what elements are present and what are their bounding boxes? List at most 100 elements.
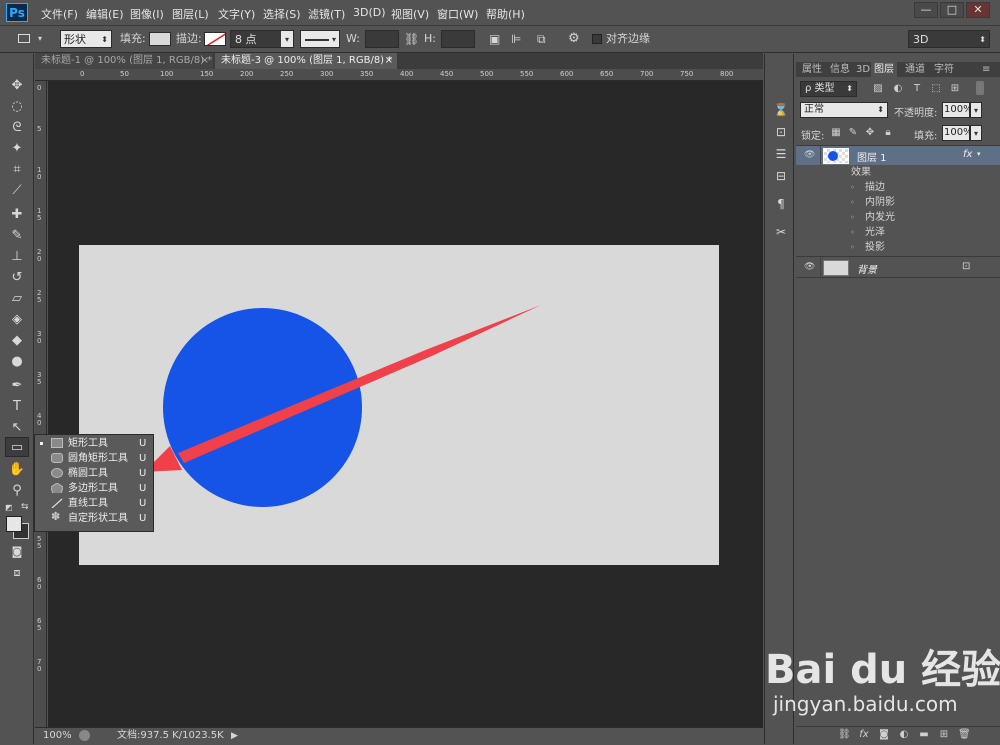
swap-colors-icon[interactable]: ⇆ <box>21 502 29 512</box>
lock-position-icon[interactable]: ✥ <box>864 127 876 139</box>
chevron-down-icon[interactable]: ▾ <box>970 125 982 141</box>
opacity-input[interactable]: 100% <box>942 102 973 118</box>
flyout-ellipse-tool[interactable]: 椭圆工具 U <box>35 466 153 481</box>
layer-row-layer1[interactable]: 👁︎ 图层 1 fx ▾ <box>796 145 1000 166</box>
effect-eye-icon[interactable]: ◦ <box>850 240 855 255</box>
paint-bucket-tool-icon[interactable]: ◈ <box>5 310 29 330</box>
flyout-custom-shape-tool[interactable]: ✽ 自定形状工具 U <box>35 511 153 526</box>
crop-tool-icon[interactable]: ⌗ <box>5 160 29 180</box>
effect-row-drop-shadow[interactable]: ◦ 投影 <box>796 240 982 255</box>
brush-tool-icon[interactable]: ✎ <box>5 226 29 246</box>
zoom-level[interactable]: 100% <box>43 728 72 744</box>
flyout-rounded-rectangle-tool[interactable]: 圆角矩形工具 U <box>35 451 153 466</box>
default-colors-icon[interactable]: ◩ <box>5 503 13 512</box>
effect-row-satin[interactable]: ◦ 光泽 <box>796 225 982 240</box>
effect-row-stroke[interactable]: ◦ 描边 <box>796 180 982 195</box>
flyout-rectangle-tool[interactable]: 矩形工具 U <box>35 436 153 451</box>
height-field[interactable] <box>441 30 475 48</box>
magic-wand-tool-icon[interactable]: ✦ <box>5 139 29 159</box>
menu-image[interactable]: 图像(I) <box>130 6 164 22</box>
dodge-tool-icon[interactable]: ● <box>5 352 29 372</box>
history-panel-icon[interactable]: ⌛ <box>770 100 792 120</box>
properties-panel-icon[interactable]: ☰ <box>770 144 792 164</box>
menu-help[interactable]: 帮助(H) <box>486 6 525 22</box>
menu-view[interactable]: 视图(V) <box>391 6 429 22</box>
layer-row-background[interactable]: 👁︎ 背景 ⊡ <box>796 256 1000 279</box>
paragraph-panel-icon[interactable]: ¶ <box>770 194 792 214</box>
tab-character[interactable]: 字符 <box>934 62 954 77</box>
quick-mask-icon[interactable]: ◙ <box>5 542 29 562</box>
clone-stamp-tool-icon[interactable]: ⊥ <box>5 247 29 267</box>
effect-eye-icon[interactable]: ◦ <box>850 195 855 210</box>
chevron-down-icon[interactable]: ▾ <box>970 102 982 118</box>
fill-swatch[interactable] <box>149 32 171 46</box>
menu-file[interactable]: 文件(F) <box>41 6 78 22</box>
menu-3d[interactable]: 3D(D) <box>353 6 386 19</box>
lock-pixels-icon[interactable]: ✎ <box>847 127 859 139</box>
close-button[interactable]: ✕ <box>966 2 990 18</box>
menu-layer[interactable]: 图层(L) <box>172 6 209 22</box>
visibility-eye-icon[interactable]: 👁︎ <box>804 262 815 272</box>
close-icon[interactable]: × <box>385 53 393 69</box>
add-mask-icon[interactable]: ◙ <box>878 729 890 741</box>
zoom-tool-icon[interactable]: ⚲ <box>5 481 29 501</box>
flyout-polygon-tool[interactable]: 多边形工具 U <box>35 481 153 496</box>
filter-adjustment-icon[interactable]: ◐ <box>892 83 904 95</box>
path-arrangement-icon[interactable]: ⧉ <box>537 30 546 48</box>
tab-channels[interactable]: 通道 <box>905 62 925 77</box>
eraser-tool-icon[interactable]: ▱ <box>5 289 29 309</box>
tab-untitled-1[interactable]: 未标题-1 @ 100% (图层 1, RGB/8) * × <box>35 53 213 69</box>
filter-type-select[interactable]: ρ 类型 ⬍ <box>800 81 857 97</box>
lasso-tool-icon[interactable]: ᘓ <box>5 118 29 138</box>
layer-name[interactable]: 图层 1 <box>857 149 887 164</box>
layer-name[interactable]: 背景 <box>857 261 877 276</box>
new-adjustment-icon[interactable]: ◐ <box>898 729 910 741</box>
effect-eye-icon[interactable]: ◦ <box>850 180 855 195</box>
lock-all-icon[interactable]: 🔒︎ <box>882 127 894 139</box>
fx-icon[interactable]: fx <box>963 149 972 160</box>
pen-tool-icon[interactable]: ✒ <box>5 376 29 396</box>
stroke-size-input[interactable]: 8 点 ▾ <box>230 30 294 48</box>
flyout-line-tool[interactable]: 直线工具 U <box>35 496 153 511</box>
tools-preset-panel-icon[interactable]: ✂ <box>770 222 792 242</box>
tab-properties[interactable]: 属性 <box>802 62 822 77</box>
status-share-icon[interactable] <box>79 730 90 741</box>
workspace-select[interactable]: 3D ⬍ <box>908 30 990 48</box>
tab-untitled-3[interactable]: 未标题-3 @ 100% (图层 1, RGB/8) * × <box>215 53 397 69</box>
expand-effects-icon[interactable]: ▾ <box>977 150 981 158</box>
minimize-button[interactable]: — <box>914 2 938 18</box>
stroke-swatch[interactable] <box>204 32 226 46</box>
filter-toggle[interactable] <box>976 81 984 95</box>
type-tool-icon[interactable]: T <box>5 397 29 417</box>
foreground-color-swatch[interactable] <box>6 516 22 532</box>
path-selection-tool-icon[interactable]: ↖ <box>5 418 29 438</box>
tool-preset-picker[interactable]: ▾ <box>8 30 48 48</box>
close-icon[interactable]: × <box>201 53 209 69</box>
blend-mode-select[interactable]: 正常 ⬍ <box>800 102 888 118</box>
canvas-area[interactable] <box>48 81 763 727</box>
actions-panel-icon[interactable]: ⊡ <box>770 122 792 142</box>
marquee-tool-icon[interactable]: ◌ <box>5 97 29 117</box>
filter-pixel-icon[interactable]: ▨ <box>872 83 884 95</box>
link-icon[interactable]: ⛓ <box>404 30 419 48</box>
visibility-eye-icon[interactable]: 👁︎ <box>804 150 815 160</box>
filter-type-icon[interactable]: T <box>911 83 923 95</box>
adjustments-panel-icon[interactable]: ⊟ <box>770 166 792 186</box>
add-style-icon[interactable]: fx <box>858 729 870 741</box>
restore-button[interactable]: □ <box>940 2 964 18</box>
tab-layers[interactable]: 图层 <box>871 62 897 77</box>
path-operations-icon[interactable]: ▣ <box>489 30 500 48</box>
filter-shape-icon[interactable]: ⬚ <box>930 83 942 95</box>
shape-mode-select[interactable]: 形状 ⬍ <box>60 30 112 48</box>
panel-menu-icon[interactable]: ≡ <box>982 62 990 77</box>
rectangle-tool-icon[interactable]: ▭ <box>5 437 29 457</box>
move-tool-icon[interactable]: ✥ <box>5 76 29 96</box>
filter-smart-object-icon[interactable]: ⊞ <box>949 83 961 95</box>
hand-tool-icon[interactable]: ✋ <box>5 460 29 480</box>
path-alignment-icon[interactable]: ⊫ <box>511 30 521 48</box>
lock-transparent-icon[interactable]: ▦ <box>830 127 842 139</box>
healing-brush-tool-icon[interactable]: ✚ <box>5 205 29 225</box>
link-layers-icon[interactable]: ⛓ <box>838 729 851 741</box>
horizontal-ruler[interactable]: 0 50 100 150 200 250 300 350 400 450 500 550 600 650 7… <box>35 69 763 81</box>
history-brush-tool-icon[interactable]: ↺ <box>5 268 29 288</box>
